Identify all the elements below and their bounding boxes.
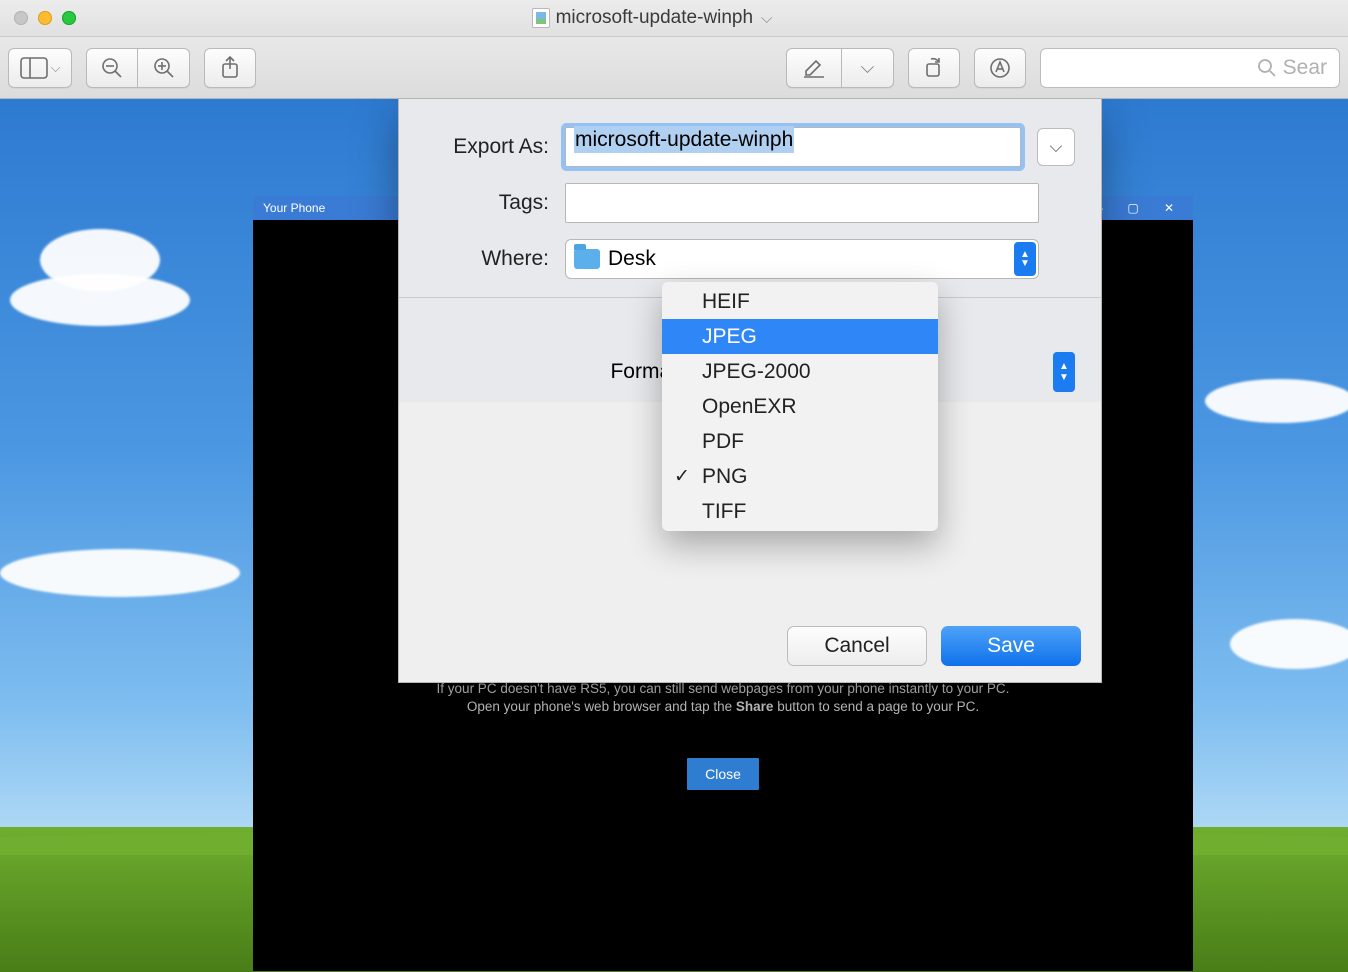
minimize-window-button[interactable] <box>38 11 52 25</box>
toolbar: ⌵ ⌵ Sear <box>0 37 1348 99</box>
cloud-shape <box>1230 619 1348 669</box>
search-placeholder: Sear <box>1283 56 1327 80</box>
export-as-label: Export As: <box>425 135 549 159</box>
format-dropdown-menu: HEIF JPEG JPEG-2000 OpenEXR PDF PNG TIFF <box>662 282 938 531</box>
window-title-text: microsoft-update-winph <box>556 7 753 29</box>
format-option-jpeg2000[interactable]: JPEG-2000 <box>662 354 938 389</box>
sidebar-icon <box>20 57 48 79</box>
window-titlebar: microsoft-update-winph ⌵ <box>0 0 1348 37</box>
format-option-openexr[interactable]: OpenEXR <box>662 389 938 424</box>
your-phone-title-label: Your Phone <box>263 201 325 215</box>
zoom-out-icon <box>100 56 124 80</box>
rotate-button[interactable] <box>908 48 960 88</box>
highlighter-icon <box>802 57 826 79</box>
format-option-pdf[interactable]: PDF <box>662 424 938 459</box>
your-phone-subtext: If your PC doesn't have RS5, you can sti… <box>253 680 1193 716</box>
maximize-icon[interactable]: ▢ <box>1115 196 1151 220</box>
format-option-png[interactable]: PNG <box>662 459 938 494</box>
folder-icon <box>574 249 600 269</box>
cloud-shape <box>40 229 160 291</box>
where-label: Where: <box>425 247 549 271</box>
chevron-down-icon: ⌵ <box>761 10 772 27</box>
popup-stepper-icon: ▲▼ <box>1014 242 1036 276</box>
format-option-heif[interactable]: HEIF <box>662 284 938 319</box>
image-canvas: Your Phone — ▢ ✕ To use this app, instal… <box>0 99 1348 972</box>
search-icon <box>1257 58 1277 78</box>
close-window-button[interactable] <box>14 11 28 25</box>
zoom-button-group <box>86 48 190 88</box>
format-popup-stepper[interactable]: ▲▼ <box>1053 352 1075 392</box>
close-icon[interactable]: ✕ <box>1151 196 1187 220</box>
highlight-button[interactable] <box>786 48 842 88</box>
cancel-button[interactable]: Cancel <box>787 626 927 666</box>
cloud-shape <box>0 549 240 597</box>
tags-label: Tags: <box>425 191 549 215</box>
traffic-lights <box>0 11 76 25</box>
cloud-shape <box>1205 379 1348 423</box>
format-option-tiff[interactable]: TIFF <box>662 494 938 529</box>
your-phone-close-button[interactable]: Close <box>687 758 759 790</box>
share-button[interactable] <box>204 48 256 88</box>
share-icon <box>219 55 241 81</box>
format-label: Format <box>425 360 677 384</box>
document-proxy-icon <box>532 8 550 28</box>
chevron-down-icon: ⌵ <box>51 60 61 76</box>
expand-save-panel-button[interactable]: ⌵ <box>1037 128 1075 166</box>
markup-toolbar-button[interactable] <box>974 48 1026 88</box>
search-field[interactable]: Sear <box>1040 48 1340 88</box>
chevron-down-icon: ⌵ <box>861 57 875 78</box>
sidebar-toggle-button[interactable]: ⌵ <box>8 48 72 88</box>
your-phone-subtext-line2: Open your phone's web browser and tap th… <box>253 698 1193 716</box>
highlight-menu-button[interactable]: ⌵ <box>842 48 894 88</box>
zoom-out-button[interactable] <box>86 48 138 88</box>
chevron-down-icon: ⌵ <box>1050 137 1063 157</box>
format-option-jpeg[interactable]: JPEG <box>662 319 938 354</box>
save-button[interactable]: Save <box>941 626 1081 666</box>
export-as-value: microsoft-update-winph <box>574 126 794 153</box>
window-title[interactable]: microsoft-update-winph ⌵ <box>76 7 1228 29</box>
markup-toggle-group: ⌵ <box>786 48 894 88</box>
rotate-icon <box>922 56 946 80</box>
zoom-window-button[interactable] <box>62 11 76 25</box>
tags-field[interactable] <box>565 183 1039 223</box>
where-value: Desk <box>608 247 656 271</box>
zoom-in-button[interactable] <box>138 48 190 88</box>
markup-icon <box>988 56 1012 80</box>
zoom-in-icon <box>152 56 176 80</box>
where-popup[interactable]: Desk ▲▼ <box>565 239 1039 279</box>
export-as-field[interactable]: microsoft-update-winph <box>565 127 1021 167</box>
